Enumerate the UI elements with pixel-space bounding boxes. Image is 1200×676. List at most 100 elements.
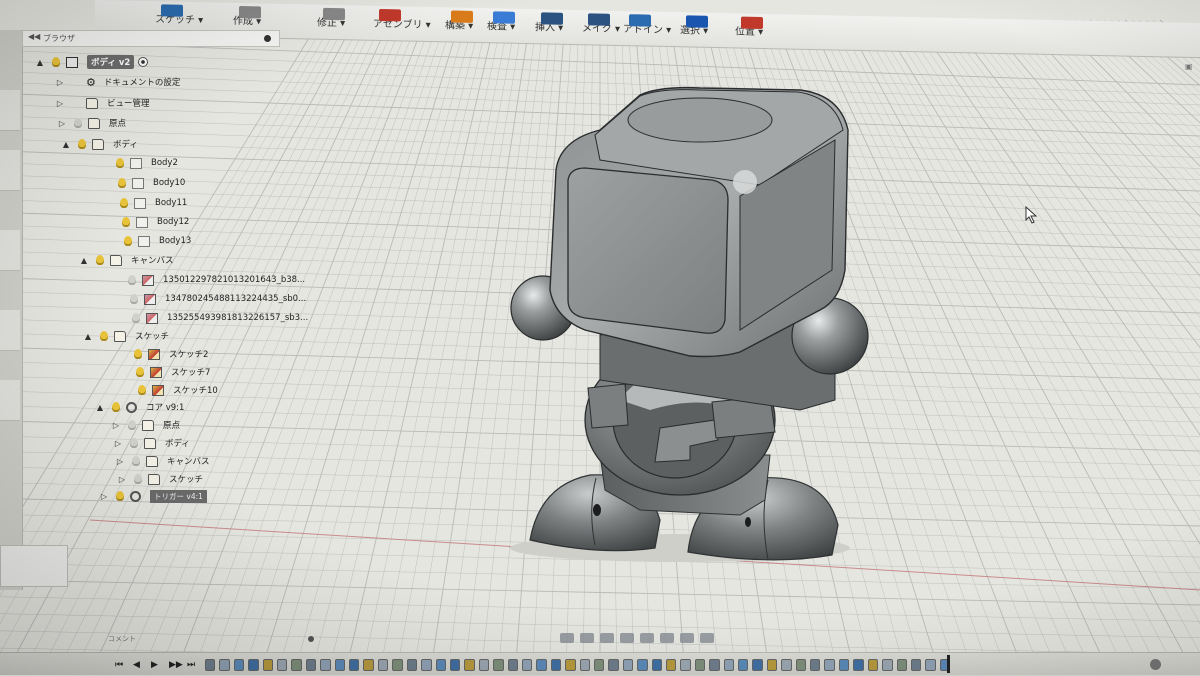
tree-node[interactable]: Body13 — [108, 233, 191, 249]
tree-node[interactable]: ▷ ボディ — [114, 435, 190, 451]
activate-component-icon[interactable] — [138, 57, 149, 67]
visibility-bulb-icon[interactable] — [122, 217, 130, 227]
fit-icon[interactable] — [640, 633, 654, 643]
timeline-feature-icon[interactable] — [291, 659, 302, 671]
viewports-icon[interactable] — [700, 633, 714, 643]
expand-toggle-icon[interactable]: ▲ — [84, 332, 92, 341]
timeline-feature-icon[interactable] — [810, 659, 821, 671]
timeline-feature-icon[interactable] — [521, 659, 533, 671]
look-at-icon[interactable] — [580, 633, 594, 643]
timeline-feature-icon[interactable] — [867, 659, 879, 671]
tree-node[interactable]: ▷ トリガー v4:1 — [100, 488, 207, 504]
timeline-feature-icon[interactable] — [550, 659, 562, 671]
toolbar-assemble-button[interactable]: アセンブリ ▾ — [373, 8, 431, 31]
toolbar-inspect-button[interactable]: 検査 ▾ — [487, 11, 515, 33]
timeline-feature-icon[interactable] — [709, 659, 720, 671]
visibility-bulb-icon[interactable] — [74, 118, 82, 128]
timeline-feature-icon[interactable] — [853, 659, 864, 671]
comment-add-icon[interactable] — [308, 636, 314, 642]
visibility-bulb-icon[interactable] — [130, 294, 138, 304]
toolbar-insert-button[interactable]: 挿入 ▾ — [535, 12, 563, 34]
toolbar-addins-button[interactable]: アドイン ▾ — [623, 14, 671, 36]
play-icon[interactable]: ▶ — [151, 660, 158, 670]
tree-node[interactable]: スケッチ10 — [122, 382, 218, 398]
timeline-feature-icon[interactable] — [637, 659, 648, 671]
timeline-feature-icon[interactable] — [694, 659, 706, 671]
tree-node[interactable]: 134780245488113224435_sb0... — [114, 291, 306, 307]
pan-icon[interactable] — [600, 633, 614, 643]
timeline-feature-icon[interactable] — [449, 659, 461, 671]
tree-node[interactable]: ▷ ビュー管理 — [56, 95, 150, 111]
last-step-icon[interactable]: ⏭ — [187, 660, 195, 670]
timeline-marker[interactable] — [947, 655, 950, 673]
next-step-icon[interactable]: ▶▶ — [169, 660, 183, 670]
timeline-feature-icon[interactable] — [233, 659, 245, 671]
timeline-feature-icon[interactable] — [680, 659, 691, 671]
tree-node[interactable]: スケッチ7 — [120, 364, 210, 380]
timeline-feature-icon[interactable] — [363, 659, 374, 671]
timeline-feature-icon[interactable] — [334, 659, 346, 671]
visibility-bulb-icon[interactable] — [112, 402, 120, 412]
timeline-feature-icon[interactable] — [536, 659, 547, 671]
visibility-bulb-icon[interactable] — [120, 198, 128, 208]
timeline-feature-icon[interactable] — [579, 659, 590, 671]
visibility-bulb-icon[interactable] — [134, 474, 142, 484]
timeline-feature-icon[interactable] — [349, 659, 360, 671]
toolbar-create-button[interactable]: 作成 ▾ — [233, 6, 261, 27]
visibility-bulb-icon[interactable] — [132, 456, 140, 466]
timeline-feature-icon[interactable] — [824, 659, 835, 671]
timeline-feature-icon[interactable] — [507, 659, 518, 671]
grid-settings-icon[interactable] — [680, 633, 694, 643]
timeline-feature-icon[interactable] — [377, 659, 389, 671]
head-front-face[interactable] — [567, 167, 729, 334]
timeline-feature-icon[interactable] — [464, 659, 475, 671]
pin-icon[interactable] — [264, 35, 271, 42]
3d-viewport[interactable]: ▣ — [0, 0, 1200, 675]
timeline-settings-icon[interactable] — [1150, 659, 1161, 670]
timeline-feature-icon[interactable] — [910, 659, 922, 671]
tree-node[interactable]: ▲ ボディ — [62, 136, 138, 152]
visibility-bulb-icon[interactable] — [116, 491, 124, 501]
expand-toggle-icon[interactable]: ▷ — [112, 421, 120, 430]
timeline-feature-icon[interactable] — [882, 659, 893, 671]
visibility-bulb-icon[interactable] — [118, 178, 126, 188]
tree-node[interactable]: 135255493981813226157_sb3... — [116, 310, 308, 326]
expand-toggle-icon[interactable]: ▲ — [96, 403, 104, 412]
timeline-feature-icon[interactable] — [493, 659, 504, 671]
expand-toggle-icon[interactable]: ▷ — [56, 99, 64, 108]
visibility-bulb-icon[interactable] — [128, 275, 136, 285]
expand-toggle-icon[interactable]: ▷ — [114, 439, 122, 448]
tree-node[interactable]: ▲ キャンバス — [80, 252, 174, 268]
timeline-feature-icon[interactable] — [219, 659, 230, 671]
expand-toggle-icon[interactable]: ▲ — [80, 256, 88, 265]
toolbar-sketch-button[interactable]: スケッチ ▾ — [155, 4, 203, 26]
visibility-bulb-icon[interactable] — [116, 158, 124, 168]
tree-node[interactable]: ▷ ⚙ ドキュメントの設定 — [56, 74, 180, 90]
tree-node[interactable]: ▲ スケッチ — [84, 328, 169, 344]
expand-toggle-icon[interactable]: ▷ — [58, 119, 66, 128]
visibility-bulb-icon[interactable] — [128, 420, 136, 430]
timeline-feature-icon[interactable] — [795, 659, 807, 671]
timeline-feature-icon[interactable] — [838, 659, 850, 671]
tree-node[interactable]: ▷ 原点 — [58, 115, 126, 131]
visibility-bulb-icon[interactable] — [124, 236, 132, 246]
collapse-panel-icon[interactable]: ◀◀ — [28, 32, 40, 41]
timeline-feature-icon[interactable] — [392, 659, 403, 671]
display-settings-icon[interactable] — [660, 633, 674, 643]
expand-toggle-icon[interactable]: ▷ — [100, 492, 108, 501]
tree-node[interactable]: ▷ 原点 — [112, 417, 180, 433]
expand-toggle-icon[interactable]: ▲ — [62, 140, 70, 149]
timeline-feature-icon[interactable] — [435, 659, 446, 671]
timeline-feature-icon[interactable] — [593, 659, 605, 671]
timeline-feature-icon[interactable] — [421, 659, 432, 671]
timeline-feature-icon[interactable] — [752, 659, 763, 671]
timeline-feature-icon[interactable] — [565, 659, 576, 671]
timeline-feature-icon[interactable] — [305, 659, 317, 671]
timeline-feature-icon[interactable] — [622, 659, 634, 671]
zoom-icon[interactable] — [620, 633, 634, 643]
toolbar-position-button[interactable]: 位置 ▾ — [735, 16, 763, 38]
visibility-bulb-icon[interactable] — [130, 438, 138, 448]
tree-node[interactable]: 135012297821013201643_b38... — [112, 272, 305, 288]
timeline-feature-icon[interactable] — [781, 659, 792, 671]
timeline-feature-icon[interactable] — [738, 659, 749, 671]
